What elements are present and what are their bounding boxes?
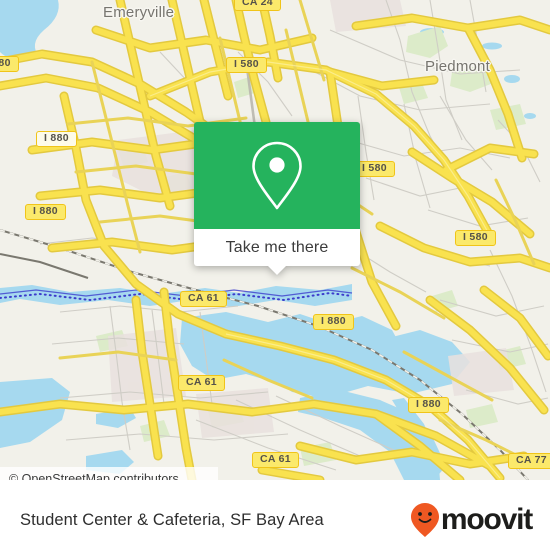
road-shield-i580-b[interactable]: I 580	[354, 161, 395, 177]
callout-pointer-tail	[267, 265, 287, 275]
location-callout-card[interactable]: Take me there	[194, 122, 360, 275]
road-shield-ca61-a[interactable]: CA 61	[180, 291, 227, 307]
road-shield-i880-c[interactable]: I 880	[313, 314, 354, 330]
moovit-pin-icon	[410, 503, 439, 537]
take-me-there-button[interactable]: Take me there	[194, 229, 360, 266]
map-canvas[interactable]: Emeryville Piedmont CA 24 I 80 I 580 I 8…	[0, 0, 550, 480]
moovit-logo[interactable]: moovit	[410, 502, 533, 538]
moovit-wordmark: moovit	[440, 503, 533, 536]
bottom-bar: Student Center & Cafeteria, SF Bay Area …	[0, 490, 550, 550]
road-shield-i580-a[interactable]: I 580	[226, 57, 267, 73]
map-attribution[interactable]: © OpenStreetMap contributors	[0, 467, 218, 480]
map-pin-icon	[252, 141, 302, 209]
take-me-there-label: Take me there	[225, 238, 329, 256]
road-shield-ca61-b[interactable]: CA 61	[178, 375, 225, 391]
road-shield-i580-c[interactable]: I 580	[455, 230, 496, 246]
moovit-map-screenshot: Emeryville Piedmont CA 24 I 80 I 580 I 8…	[0, 0, 550, 550]
road-shield-ca77[interactable]: CA 77	[508, 453, 550, 469]
road-shield-ca24[interactable]: CA 24	[234, 0, 281, 11]
attribution-text: © OpenStreetMap contributors	[9, 471, 179, 481]
callout-image-area	[194, 122, 360, 229]
road-shield-ca61-c[interactable]: CA 61	[252, 452, 299, 468]
road-shield-i80[interactable]: I 80	[0, 56, 19, 72]
road-shield-i880-a[interactable]: I 880	[36, 131, 77, 147]
place-title: Student Center & Cafeteria, SF Bay Area	[20, 510, 324, 529]
road-shield-i880-d[interactable]: I 880	[408, 397, 449, 413]
road-shield-i880-b[interactable]: I 880	[25, 204, 66, 220]
